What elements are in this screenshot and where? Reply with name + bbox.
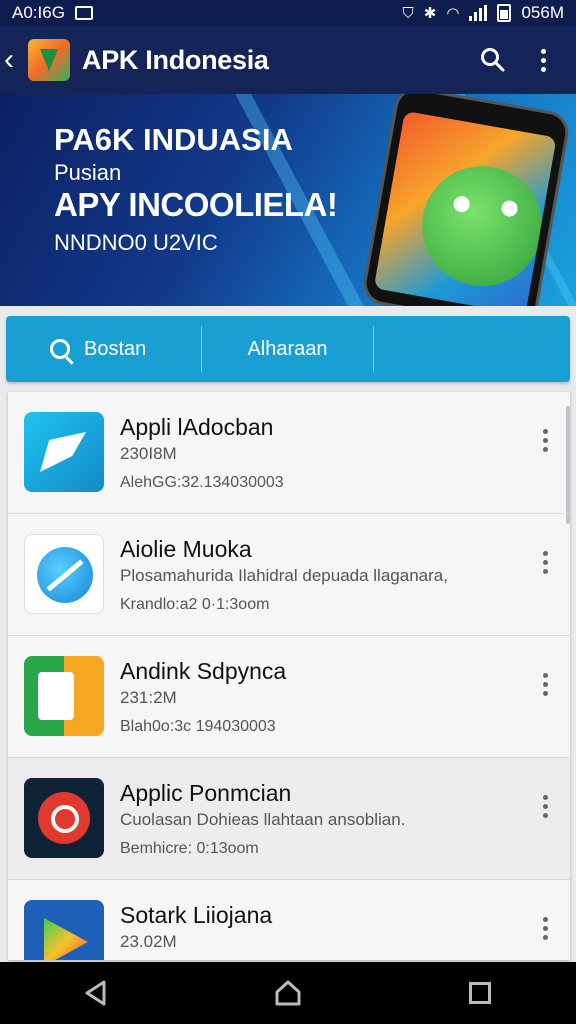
more-vert-icon: [542, 550, 548, 574]
arrow-app-icon: [24, 656, 104, 736]
list-item[interactable]: Applic Ponmcian Cuolasan Dohieas llahtaa…: [8, 758, 570, 880]
status-time: A0:I6G: [12, 3, 65, 22]
item-menu-button[interactable]: [530, 786, 560, 826]
app-name: Andink Sdpynca: [120, 658, 287, 684]
app-name: Applic Ponmcian: [120, 780, 292, 806]
nav-home-button[interactable]: [258, 968, 318, 1018]
nav-recents-button[interactable]: [450, 968, 510, 1018]
search-button[interactable]: [468, 35, 518, 85]
search-tab[interactable]: Bostan: [6, 326, 202, 372]
app-size: 230I8M: [120, 444, 177, 463]
item-menu-button[interactable]: [530, 542, 560, 582]
android-robot-icon: [412, 156, 552, 296]
app-title: APK Indonesia: [82, 44, 269, 75]
search-tab-label: Bostan: [84, 337, 147, 360]
search-tab-bar: Bostan Alharaan: [6, 316, 570, 382]
app-name: Aiolie Muoka: [120, 536, 252, 562]
category-tab-label: Alharaan: [247, 337, 328, 360]
app-meta: Bemhicre: 0:13oom: [120, 840, 259, 857]
app-bar: ‹ APK Indonesia: [0, 26, 576, 94]
overflow-menu-button[interactable]: [518, 35, 568, 85]
back-triangle-icon: [85, 980, 106, 1006]
banner-headline: PA6K INDUASIA: [54, 122, 293, 157]
nav-back-button[interactable]: [66, 968, 126, 1018]
app-name: Appli lAdocban: [120, 414, 274, 440]
system-nav-bar: [0, 962, 576, 1024]
app-meta: AlehGG:32.134030003: [120, 474, 284, 491]
battery-icon: [497, 4, 512, 22]
vpn-icon: ⛉: [402, 4, 414, 22]
recents-square-icon: [469, 982, 491, 1004]
item-menu-button[interactable]: [530, 908, 560, 948]
app-description: Cuolasan Dohieas llahtaan ansoblian.: [120, 810, 406, 829]
item-menu-button[interactable]: [530, 664, 560, 704]
more-vert-icon: [542, 794, 548, 818]
phone-illustration: [360, 94, 572, 306]
app-list: Appli lAdocban 230I8M AlehGG:32.13403000…: [8, 392, 570, 960]
app-logo-icon: [28, 39, 70, 81]
list-item[interactable]: Andink Sdpynca 231:2M Blah0o:3c 19403000…: [8, 636, 570, 758]
banner-title: APY INCOOLIELA!: [54, 186, 338, 223]
more-vert-icon: [542, 428, 548, 452]
target-icon: [24, 778, 104, 858]
app-size: 23.02M: [120, 932, 177, 951]
signal-icon: [469, 5, 488, 21]
search-icon: [50, 339, 70, 359]
app-meta: Blah0o:3c 194030003: [120, 718, 276, 735]
search-icon: [481, 48, 505, 72]
status-clock: 056M: [521, 3, 564, 22]
app-size: 231:2M: [120, 688, 177, 707]
status-bar: A0:I6G ⛉ ✱ ◠ 056M: [0, 0, 576, 26]
item-menu-button[interactable]: [530, 420, 560, 460]
promo-banner[interactable]: PA6K INDUASIA Pusian APY INCOOLIELA! NND…: [0, 94, 576, 306]
wifi-icon: ◠: [446, 5, 460, 22]
more-vert-icon: [540, 48, 546, 72]
banner-caption: NNDNO0 U2VIC: [54, 230, 218, 255]
banner-subline: Pusian: [54, 160, 122, 185]
play-store-icon: [24, 900, 104, 960]
home-icon: [275, 980, 301, 1006]
list-item[interactable]: Sotark Liiojana 23.02M: [8, 880, 570, 960]
app-meta: Krandlo:a2 0·1:3oom: [120, 596, 270, 613]
bluetooth-icon: ✱: [423, 5, 437, 22]
more-vert-icon: [542, 672, 548, 696]
list-item[interactable]: Aiolie Muoka Plosamahurida Ilahidral dep…: [8, 514, 570, 636]
app-description: Plosamahurida Ilahidral depuada llaganar…: [120, 566, 448, 585]
paper-plane-icon: [24, 412, 104, 492]
notification-icon: [74, 6, 93, 20]
list-item[interactable]: Appli lAdocban 230I8M AlehGG:32.13403000…: [8, 392, 570, 514]
back-arrow-icon[interactable]: ‹: [4, 45, 24, 75]
compass-icon: [24, 534, 104, 614]
app-name: Sotark Liiojana: [120, 902, 273, 928]
more-vert-icon: [542, 916, 548, 940]
category-tab[interactable]: Alharaan: [202, 326, 374, 372]
